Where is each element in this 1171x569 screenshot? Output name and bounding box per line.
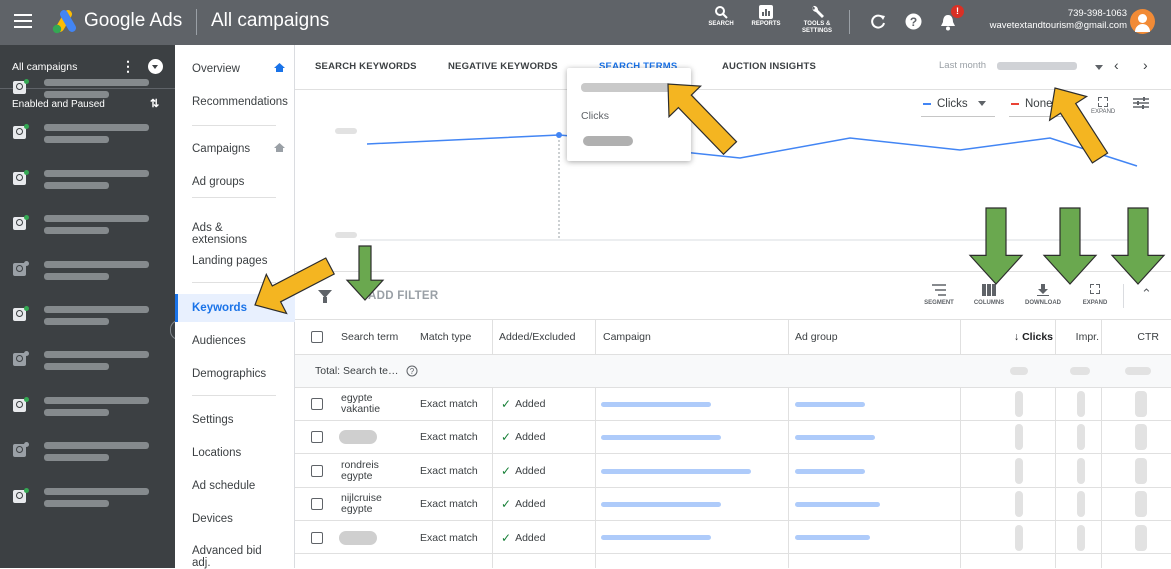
arrow-to-columns-button (968, 207, 1024, 285)
arrow-to-search-term-column (345, 245, 385, 301)
arrow-to-search-terms-tab (667, 83, 738, 156)
arrow-to-download-button (1042, 207, 1098, 285)
arrow-to-collapse-button (1110, 207, 1166, 285)
annotation-arrows (254, 83, 1166, 315)
arrow-to-keywords-menu (254, 257, 336, 315)
arrow-to-metric-selector (1048, 87, 1109, 164)
